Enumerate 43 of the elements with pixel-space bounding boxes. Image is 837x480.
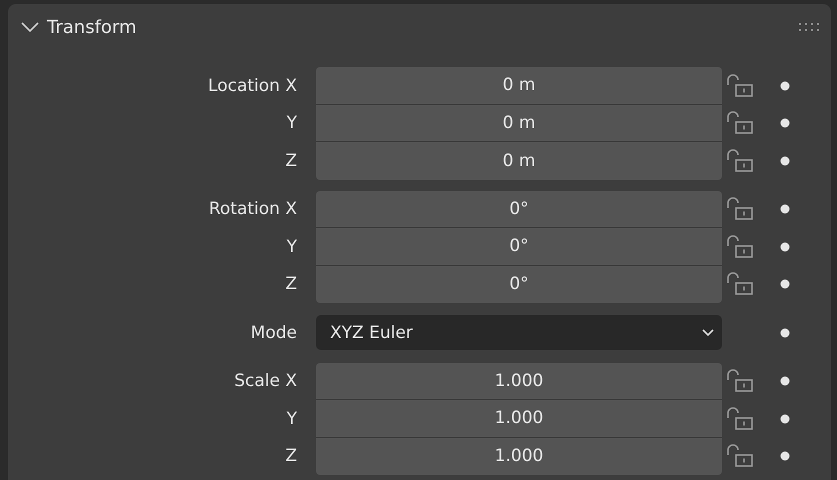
caret-icon: [702, 328, 714, 337]
field-label: Y: [286, 113, 298, 134]
keyframe-dot-icon[interactable]: [780, 156, 790, 166]
drag-handle-icon[interactable]: [799, 23, 821, 31]
padlock-icon[interactable]: [726, 406, 754, 431]
chevron-icon[interactable]: [21, 22, 39, 32]
keyframe-dot-icon[interactable]: [780, 118, 790, 128]
field-label: Z: [284, 150, 298, 171]
field-label: Y: [286, 408, 298, 429]
keyframe-dot-icon[interactable]: [780, 80, 790, 91]
padlock-icon[interactable]: [726, 272, 754, 296]
number-field[interactable]: 0°: [316, 190, 722, 228]
keyframe-dot-icon[interactable]: [780, 204, 790, 214]
number-field[interactable]: 0 m: [316, 104, 722, 142]
field-label: Z: [284, 274, 298, 294]
keyframe-dot-icon[interactable]: [780, 451, 790, 462]
field-label: Z: [284, 446, 298, 466]
field-label: Rotation X: [208, 199, 298, 220]
panel-title[interactable]: Transform: [47, 16, 799, 38]
padlock-icon[interactable]: [726, 148, 754, 173]
number-field[interactable]: 0 m: [316, 67, 722, 104]
number-field[interactable]: 0 m: [316, 142, 722, 180]
field-label: Location X: [207, 76, 298, 96]
keyframe-dot-icon[interactable]: [780, 376, 790, 386]
keyframe-dot-icon[interactable]: [780, 242, 790, 252]
padlock-icon[interactable]: [726, 74, 754, 98]
padlock-icon[interactable]: [726, 444, 754, 468]
field-label: Y: [286, 236, 298, 257]
keyframe-dot-icon[interactable]: [780, 328, 790, 338]
padlock-icon[interactable]: [726, 234, 754, 259]
padlock-icon[interactable]: [726, 111, 754, 136]
keyframe-dot-icon[interactable]: [780, 414, 790, 424]
number-field[interactable]: 1.000: [316, 400, 722, 438]
field-label: Mode: [250, 322, 298, 343]
mode-dropdown[interactable]: XYZ Euler: [316, 315, 722, 350]
number-field[interactable]: 0°: [316, 266, 722, 303]
number-field[interactable]: 1.000: [316, 438, 722, 475]
padlock-icon[interactable]: [726, 197, 754, 222]
number-field[interactable]: 1.000: [316, 362, 722, 400]
keyframe-dot-icon[interactable]: [780, 279, 790, 290]
padlock-icon[interactable]: [726, 369, 754, 394]
number-field[interactable]: 0°: [316, 228, 722, 266]
field-label: Scale X: [233, 371, 298, 392]
